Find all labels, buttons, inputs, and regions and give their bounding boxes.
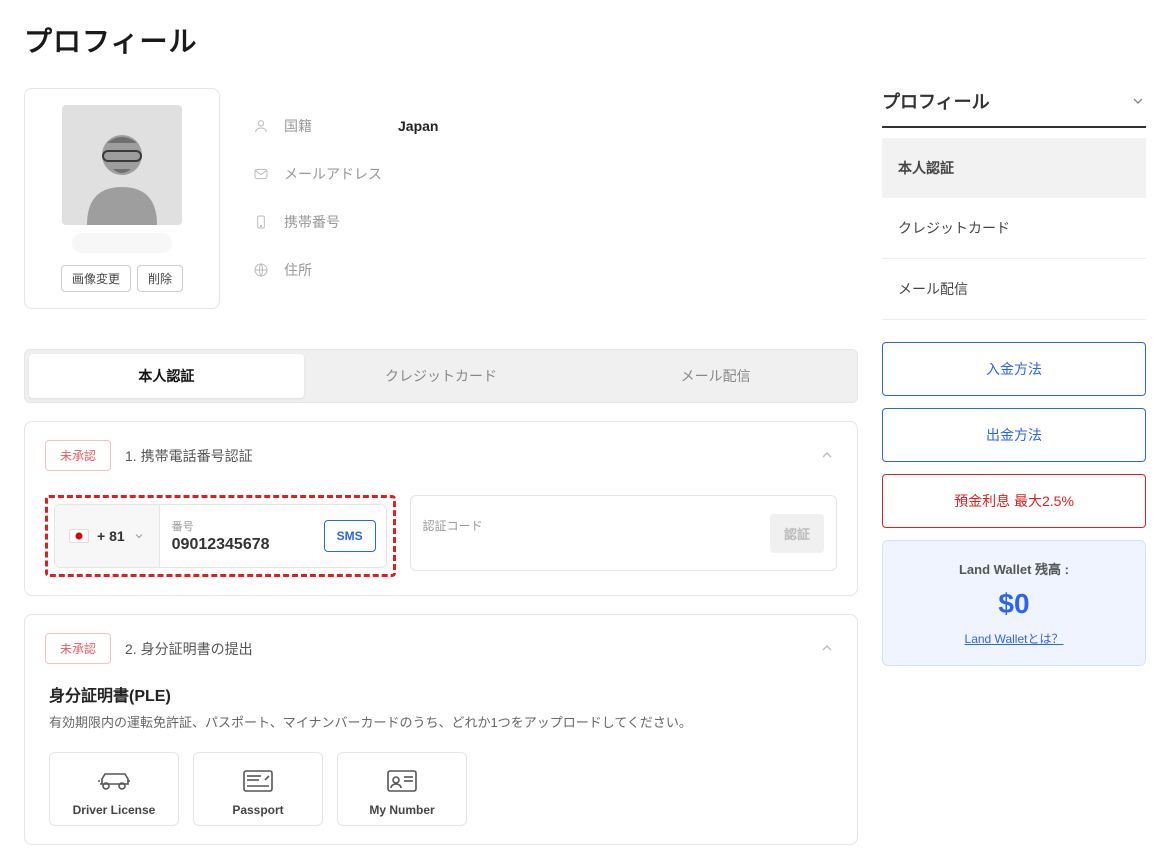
wallet-amount: $0	[897, 588, 1131, 620]
field-address: 住所	[252, 260, 858, 280]
withdraw-button[interactable]: 出金方法	[882, 408, 1146, 462]
chevron-up-icon[interactable]	[819, 447, 837, 465]
tabs: 本人認証 クレジットカード メール配信	[24, 349, 858, 403]
doc-label: Passport	[200, 803, 316, 817]
profile-header: 画像変更 削除 国籍 Japan メールアドレス	[24, 88, 858, 309]
doc-driver-license[interactable]: Driver License	[49, 752, 179, 826]
globe-icon	[252, 261, 270, 279]
chevron-down-icon	[133, 530, 145, 542]
doc-cards: Driver License Passport	[49, 752, 837, 826]
avatar-delete-button[interactable]: 削除	[137, 265, 183, 292]
wallet-balance-box: Land Wallet 残高 : $0 Land Walletとは？	[882, 540, 1146, 666]
avatar-change-button[interactable]: 画像変更	[61, 265, 131, 292]
sidebar-item-credit-card[interactable]: クレジットカード	[882, 198, 1146, 259]
id-submission-section: 未承認 2. 身分証明書の提出 身分証明書(PLE) 有効期限内の運転免許証、パ…	[24, 614, 858, 845]
doc-mynumber[interactable]: My Number	[337, 752, 467, 826]
sidebar-nav: 本人認証 クレジットカード メール配信	[882, 138, 1146, 320]
tab-credit-card[interactable]: クレジットカード	[304, 354, 579, 398]
field-phone: 携帯番号	[252, 212, 858, 232]
id-heading: 身分証明書(PLE)	[49, 682, 837, 706]
sidebar-item-mail[interactable]: メール配信	[882, 259, 1146, 320]
chevron-up-icon[interactable]	[819, 640, 837, 658]
doc-label: Driver License	[56, 803, 172, 817]
unapproved-badge: 未承認	[45, 633, 111, 664]
id-description: 有効期限内の運転免許証、パスポート、マイナンバーカードのうち、どれか1つをアップ…	[49, 712, 837, 734]
sms-button[interactable]: SMS	[324, 520, 376, 552]
wallet-info-link[interactable]: Land Walletとは？	[965, 632, 1064, 646]
japan-flag-icon	[69, 529, 89, 543]
id-card-icon	[344, 767, 460, 795]
country-code: + 81	[97, 528, 125, 544]
doc-passport[interactable]: Passport	[193, 752, 323, 826]
profile-fields: 国籍 Japan メールアドレス 携帯番号	[252, 88, 858, 309]
tab-mail[interactable]: メール配信	[578, 354, 853, 398]
mail-icon	[252, 165, 270, 183]
phone-highlight-box: + 81 番号 SMS	[45, 495, 396, 577]
car-icon	[56, 767, 172, 795]
field-label: 携帯番号	[284, 212, 384, 232]
field-label: 国籍	[284, 116, 384, 136]
field-label: メールアドレス	[284, 164, 384, 184]
unapproved-badge: 未承認	[45, 440, 111, 471]
avatar-card: 画像変更 削除	[24, 88, 220, 309]
verification-code-group: 認証コード 認証	[410, 495, 837, 571]
code-input-label: 認証コード	[423, 517, 583, 534]
chevron-down-icon	[1130, 93, 1146, 109]
phone-input[interactable]	[172, 536, 302, 554]
section-title: 1. 携帯電話番号認証	[125, 446, 805, 466]
field-nationality: 国籍 Japan	[252, 116, 858, 136]
wallet-label: Land Wallet 残高 :	[897, 559, 1131, 578]
field-email: メールアドレス	[252, 164, 858, 184]
phone-input-group: + 81 番号 SMS	[54, 504, 387, 568]
passport-icon	[200, 767, 316, 795]
phone-input-label: 番号	[172, 518, 302, 534]
page-title: プロフィール	[24, 20, 1146, 60]
user-icon	[252, 117, 270, 135]
tab-identity[interactable]: 本人認証	[29, 354, 304, 398]
sidebar-item-identity[interactable]: 本人認証	[882, 138, 1146, 198]
sidebar: プロフィール 本人認証 クレジットカード メール配信 入金方法 出金方法 預金利…	[882, 88, 1146, 863]
field-label: 住所	[284, 260, 384, 280]
avatar-image	[62, 105, 182, 225]
verify-button[interactable]: 認証	[770, 514, 824, 553]
sidebar-title: プロフィール	[882, 88, 990, 114]
field-value: Japan	[398, 118, 438, 134]
deposit-button[interactable]: 入金方法	[882, 342, 1146, 396]
doc-label: My Number	[344, 803, 460, 817]
sidebar-header[interactable]: プロフィール	[882, 88, 1146, 128]
avatar-name-placeholder	[72, 233, 172, 253]
section-title: 2. 身分証明書の提出	[125, 639, 805, 659]
phone-verification-section: 未承認 1. 携帯電話番号認証 + 81 番号	[24, 421, 858, 596]
country-code-select[interactable]: + 81	[55, 505, 160, 567]
code-input[interactable]	[423, 535, 583, 550]
phone-icon	[252, 213, 270, 231]
interest-button[interactable]: 預金利息 最大2.5%	[882, 474, 1146, 528]
